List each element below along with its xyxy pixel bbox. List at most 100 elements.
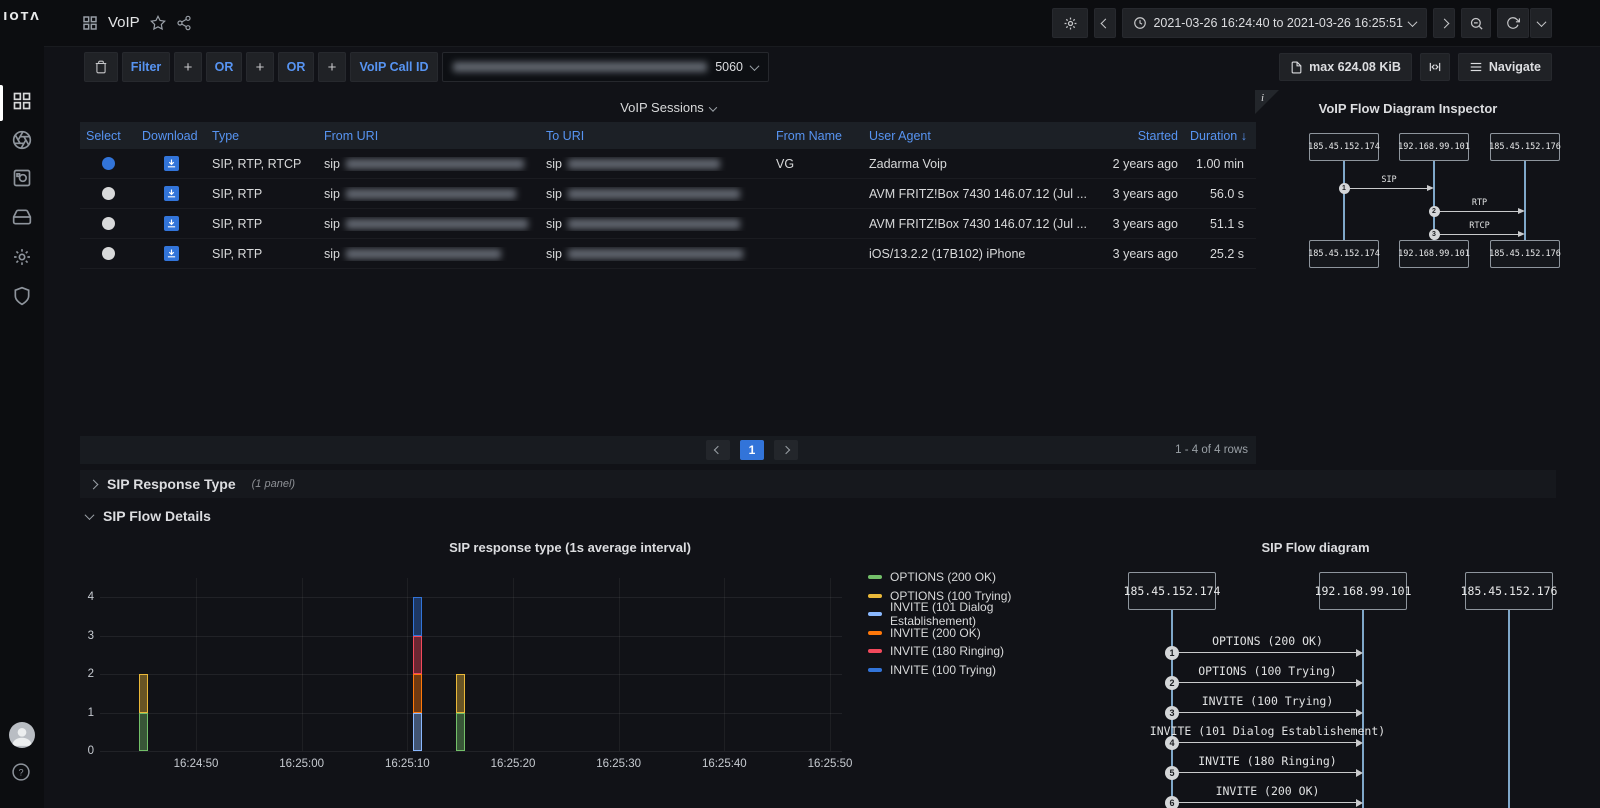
message-number-badge: 3 — [1165, 706, 1179, 720]
uri-prefix: sip — [546, 157, 562, 171]
aperture-icon[interactable] — [12, 130, 32, 150]
favorite-star-icon[interactable] — [150, 15, 166, 31]
row-select-radio[interactable] — [102, 187, 115, 200]
bar-segment — [139, 674, 148, 713]
download-icon[interactable] — [164, 156, 179, 171]
started-cell: 2 years ago — [1103, 157, 1184, 171]
time-range-forward-button[interactable] — [1433, 8, 1455, 38]
storage-icon[interactable] — [12, 207, 32, 227]
shield-icon[interactable] — [12, 286, 32, 306]
help-icon[interactable]: ? — [11, 762, 31, 782]
panel-title[interactable]: SIP Flow diagram — [1075, 540, 1556, 555]
section-panel-count: (1 panel) — [252, 478, 295, 490]
time-range-picker[interactable]: 2021-03-26 16:24:40 to 2021-03-26 16:25:… — [1122, 8, 1427, 38]
arrowhead-icon — [1427, 185, 1434, 191]
share-icon[interactable] — [176, 15, 192, 31]
sip-flow-diagram-panel: SIP Flow diagram 185.45.152.174192.168.9… — [1075, 530, 1556, 808]
y-axis-tick-label: 2 — [80, 668, 94, 680]
column-header-user-agent[interactable]: User Agent — [863, 129, 1103, 143]
settings-gear-icon[interactable] — [12, 247, 32, 267]
column-header-from-name[interactable]: From Name — [770, 129, 863, 143]
voip-call-id-label[interactable]: VoIP Call ID — [350, 52, 438, 82]
table-row[interactable]: SIP, RTPsipsipiOS/13.2.2 (17B102) iPhone… — [80, 239, 1256, 269]
download-cell — [136, 246, 206, 261]
message-arrow — [1172, 802, 1358, 803]
to-uri-cell: sip — [540, 247, 770, 261]
or-operator-button[interactable]: OR — [278, 52, 314, 82]
select-cell — [80, 217, 136, 230]
add-filter-button[interactable]: + — [246, 52, 274, 82]
message-label: OPTIONS (200 OK) — [1212, 634, 1323, 648]
navigate-button[interactable]: Navigate — [1458, 53, 1552, 81]
redacted-from-uri — [346, 189, 516, 199]
current-page-button[interactable]: 1 — [740, 440, 764, 460]
legend-item[interactable]: OPTIONS (200 OK) — [868, 568, 1060, 587]
chart-title[interactable]: SIP response type (1s average interval) — [80, 540, 1060, 555]
select-cell — [80, 187, 136, 200]
legend-swatch — [868, 631, 882, 635]
panel-info-corner[interactable] — [1255, 90, 1279, 114]
panel-title[interactable]: VoIP Sessions — [80, 100, 1256, 115]
message-label: INVITE (200 OK) — [1216, 784, 1320, 798]
prev-page-button[interactable] — [706, 440, 730, 460]
x-axis-tick-label: 16:25:10 — [367, 758, 447, 770]
uri-prefix: sip — [324, 247, 340, 261]
or-operator-button[interactable]: OR — [206, 52, 242, 82]
table-row[interactable]: SIP, RTPsipsipAVM FRITZ!Box 7430 146.07.… — [80, 179, 1256, 209]
message-number-badge: 2 — [1429, 206, 1440, 217]
column-header-select[interactable]: Select — [80, 129, 136, 143]
camera-panel-icon[interactable] — [12, 168, 32, 188]
dashboard-settings-button[interactable] — [1052, 8, 1088, 38]
legend-item[interactable]: INVITE (101 Dialog Establishement) — [868, 605, 1060, 624]
to-uri-cell: sip — [540, 157, 770, 171]
download-icon[interactable] — [164, 246, 179, 261]
fit-to-window-button[interactable] — [1420, 53, 1450, 81]
column-header-type[interactable]: Type — [206, 129, 318, 143]
time-range-back-button[interactable] — [1094, 8, 1116, 38]
add-filter-button[interactable]: + — [174, 52, 202, 82]
table-row[interactable]: SIP, RTP, RTCPsipsipVGZadarma Voip2 year… — [80, 149, 1256, 179]
user-agent-cell: iOS/13.2.2 (17B102) iPhone — [863, 247, 1103, 261]
column-header-from-uri[interactable]: From URI — [318, 129, 540, 143]
sip-response-type-chart-panel: SIP response type (1s average interval) … — [80, 530, 1060, 808]
row-select-radio[interactable] — [102, 217, 115, 230]
refresh-button[interactable] — [1497, 8, 1529, 38]
download-icon[interactable] — [164, 186, 179, 201]
chevron-down-icon — [750, 61, 760, 71]
delete-filter-button[interactable] — [84, 52, 118, 82]
lifeline — [1508, 610, 1510, 808]
row-select-radio[interactable] — [102, 157, 115, 170]
dashboard-grid-icon[interactable] — [82, 15, 98, 31]
add-filter-button[interactable]: + — [318, 52, 346, 82]
x-axis-tick-label: 16:25:40 — [684, 758, 764, 770]
download-icon[interactable] — [164, 216, 179, 231]
legend-item[interactable]: INVITE (180 Ringing) — [868, 642, 1060, 661]
panel-title[interactable]: VoIP Flow Diagram Inspector — [1255, 101, 1561, 116]
to-uri-cell: sip — [540, 217, 770, 231]
zoom-out-button[interactable] — [1461, 8, 1491, 38]
uri-prefix: sip — [324, 187, 340, 201]
refresh-interval-dropdown[interactable] — [1530, 8, 1552, 38]
section-sip-flow-details[interactable]: SIP Flow Details — [80, 504, 1556, 528]
table-row[interactable]: SIP, RTPsipsipAVM FRITZ!Box 7430 146.07.… — [80, 209, 1256, 239]
column-header-duration[interactable]: Duration ↓ — [1184, 129, 1256, 143]
filter-button[interactable]: Filter — [122, 52, 170, 82]
column-header-download[interactable]: Download — [136, 129, 206, 143]
bar-segment — [413, 674, 422, 713]
arrowhead-icon — [1356, 799, 1363, 807]
row-select-radio[interactable] — [102, 247, 115, 260]
gridline — [513, 578, 514, 751]
redacted-call-id-value — [453, 62, 707, 72]
next-page-button[interactable] — [774, 440, 798, 460]
column-header-to-uri[interactable]: To URI — [540, 129, 770, 143]
legend-item[interactable]: INVITE (100 Trying) — [868, 661, 1060, 680]
max-download-size-button[interactable]: max 624.08 KiB — [1279, 53, 1412, 81]
dashboards-icon[interactable] — [12, 91, 32, 111]
call-id-input[interactable]: 5060 — [442, 52, 769, 82]
uri-prefix: sip — [324, 217, 340, 231]
user-avatar[interactable] — [9, 722, 35, 748]
arrowhead-icon — [1518, 231, 1525, 237]
column-header-started[interactable]: Started — [1103, 129, 1184, 143]
message-label: INVITE (101 Dialog Establishement) — [1150, 724, 1385, 738]
section-sip-response-type[interactable]: SIP Response Type (1 panel) — [80, 470, 1556, 498]
